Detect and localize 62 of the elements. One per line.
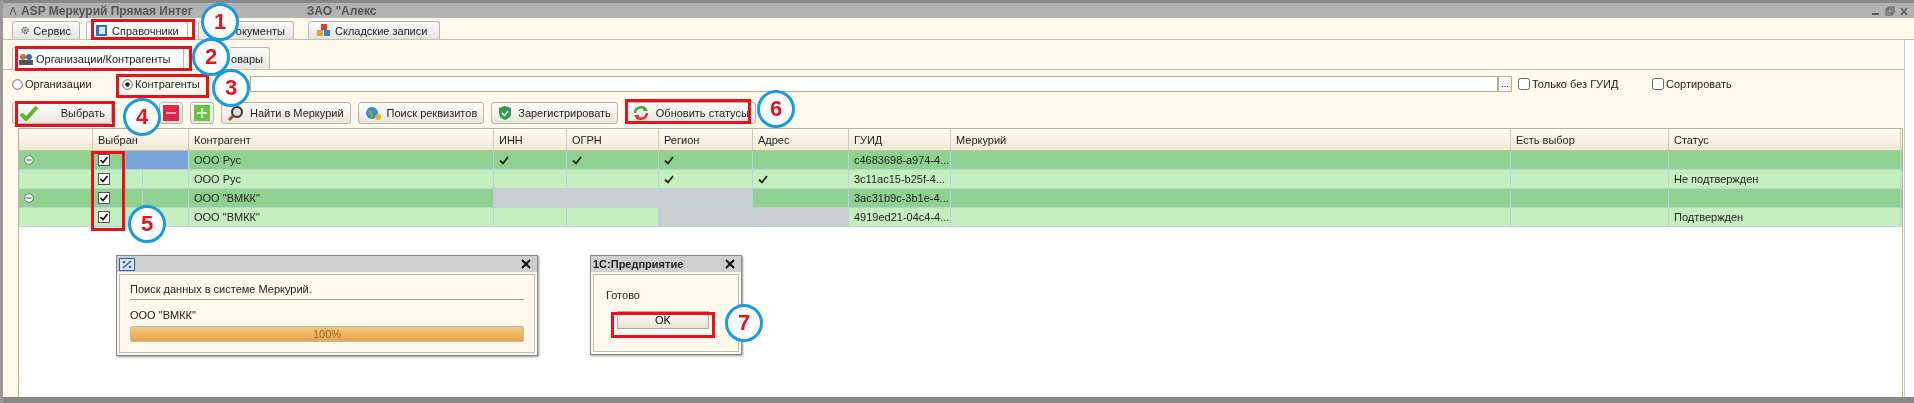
toolbar-button[interactable]: Зарегистрировать: [491, 102, 618, 124]
close-icon[interactable]: [725, 259, 735, 269]
check-icon: [19, 105, 39, 121]
radio-button[interactable]: [12, 78, 23, 90]
dialog-message: Готово: [605, 288, 640, 303]
progress-percent: 100%: [311, 328, 343, 340]
toolbar-button[interactable]: Найти в Меркурий: [221, 102, 351, 124]
checkbox-label[interactable]: Сортировать: [1666, 78, 1732, 90]
progress-message: Поиск данных в системе Меркурий.: [130, 275, 524, 300]
radio-label[interactable]: Организации: [25, 78, 92, 90]
column-header[interactable]: Меркурий: [951, 129, 1511, 150]
magnifier-icon: [228, 105, 244, 121]
refresh-icon: [631, 105, 650, 121]
boxes-icon: [317, 24, 331, 37]
check-icon: [499, 155, 509, 165]
collapse-icon[interactable]: [24, 155, 34, 165]
restore-icon[interactable]: [1885, 5, 1896, 16]
collapse-icon[interactable]: [24, 193, 34, 203]
gear-icon: [21, 24, 30, 37]
dialog-title: 1С:Предприятие: [593, 258, 684, 270]
checkbox[interactable]: [98, 154, 110, 166]
checkbox[interactable]: [98, 192, 110, 204]
column-header[interactable]: ОГРН: [567, 129, 659, 150]
input-field[interactable]: [250, 76, 1498, 92]
book-icon: [95, 24, 108, 37]
window-title: ASP Меркурий Прямая Интег: [21, 3, 193, 18]
remove-button[interactable]: [159, 102, 183, 124]
tab[interactable]: Складские записи: [308, 21, 440, 39]
checkbox[interactable]: [1518, 78, 1530, 90]
progress-item: ООО "ВМКК": [130, 308, 197, 323]
column-header[interactable]: Есть выбор: [1511, 129, 1669, 150]
table-cell: Подтвержден: [1669, 208, 1901, 227]
check-icon: [758, 174, 768, 184]
column-header[interactable]: ГУИД: [849, 129, 951, 150]
radio-label[interactable]: Контрагенты: [135, 78, 200, 90]
app-icon: [9, 5, 17, 16]
checkbox-label[interactable]: Только без ГУИД: [1532, 78, 1619, 90]
people-icon: [19, 52, 33, 65]
window-title: ЗАО "Алекс: [306, 3, 377, 18]
column-header[interactable]: Статус: [1669, 129, 1901, 150]
tab[interactable]: овары: [230, 47, 270, 69]
plus-icon: [194, 105, 210, 121]
column-header[interactable]: Регион: [659, 129, 753, 150]
minus-icon: [163, 105, 179, 121]
column-header[interactable]: Контрагент: [189, 129, 494, 150]
column-header[interactable]: ИНН: [494, 129, 567, 150]
shield-icon: [498, 105, 513, 121]
percent-icon: [119, 257, 135, 271]
tab[interactable]: Организации/Контрагенты: [12, 47, 184, 69]
select-button[interactable]: ...: [1498, 76, 1512, 92]
toolbar-button[interactable]: Поиск реквизитов: [357, 102, 485, 124]
table-cell: 4919ed21-04c4-4...: [849, 208, 951, 227]
checkbox[interactable]: [1652, 78, 1664, 90]
checkbox[interactable]: [98, 211, 110, 223]
checkbox[interactable]: [98, 173, 110, 185]
globe-icon: [364, 105, 381, 121]
check-icon: [572, 155, 582, 165]
column-header[interactable]: Адрес: [753, 129, 849, 150]
table-cell: ООО "ВМКК": [189, 208, 494, 227]
close-icon[interactable]: [521, 259, 531, 269]
tab[interactable]: Сервис: [12, 21, 80, 39]
radio-button[interactable]: [122, 78, 133, 90]
